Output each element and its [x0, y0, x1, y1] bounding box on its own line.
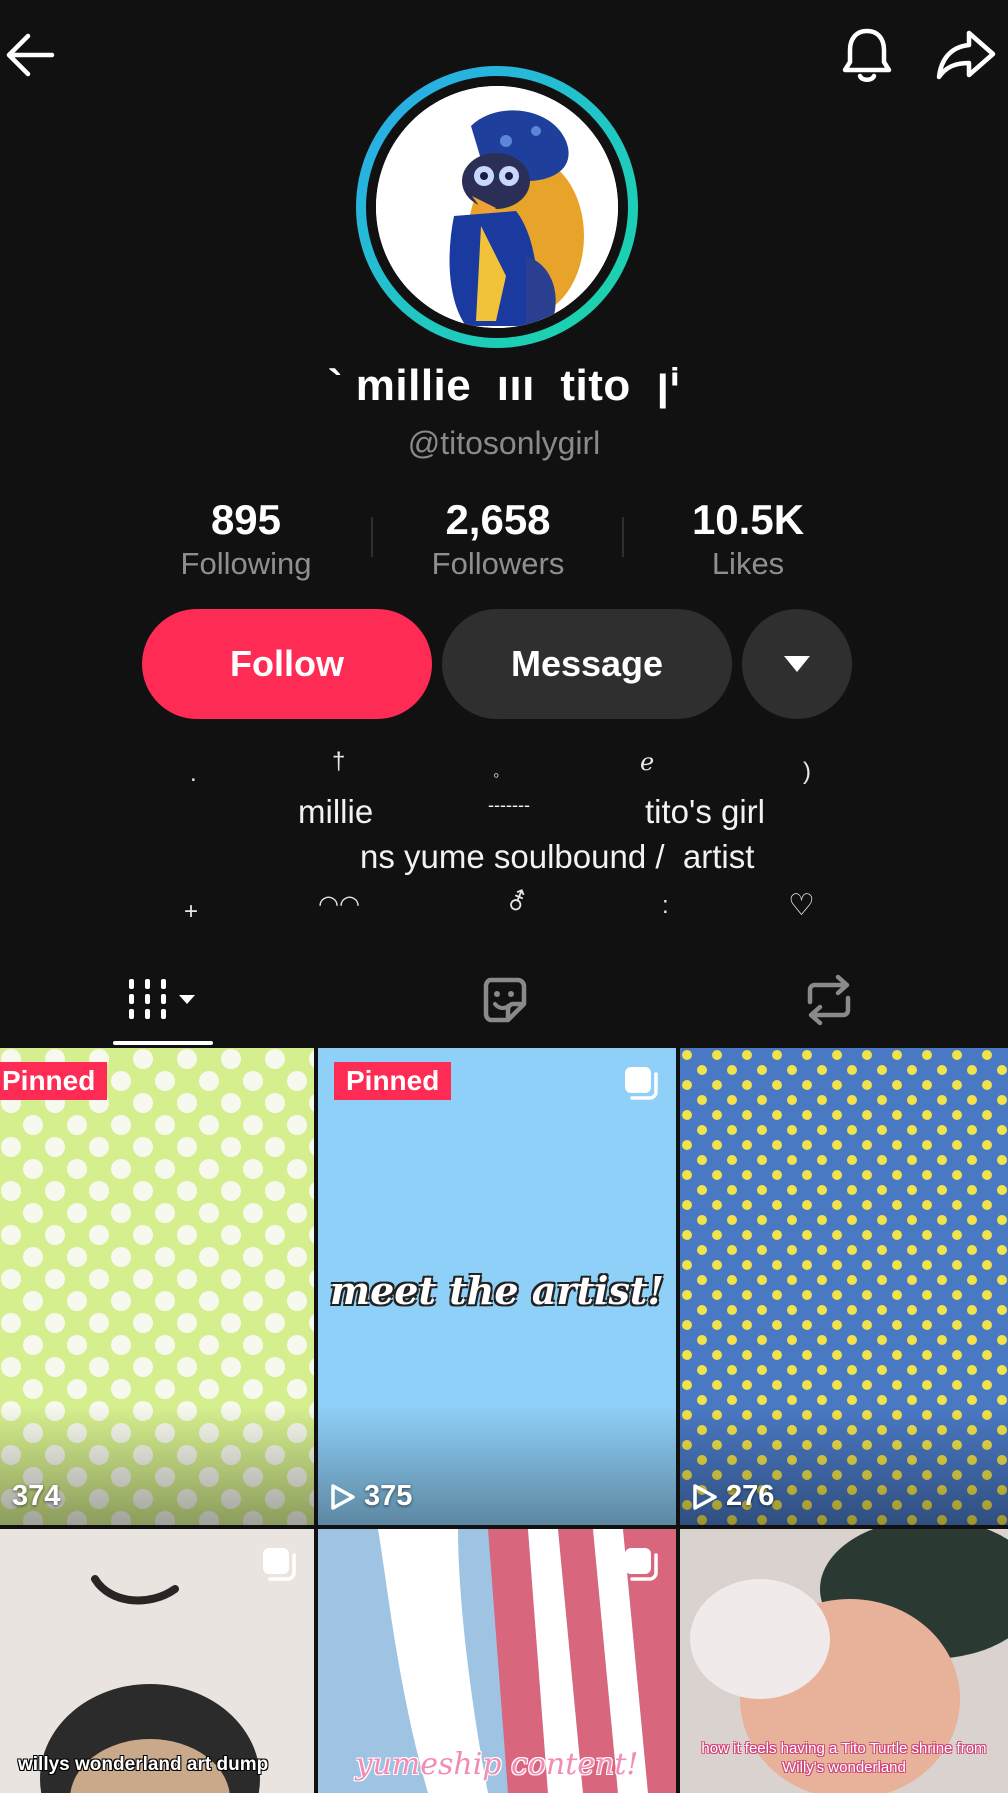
bio-glyph: . — [190, 760, 197, 787]
video-caption: yumeship content! — [355, 1747, 639, 1782]
stat-label: Followers — [431, 546, 565, 581]
bio-glyph: † — [332, 748, 346, 775]
display-name: ` millie ııı tito ןⁱ — [327, 361, 681, 410]
bio-glyph: ♡ — [788, 889, 815, 922]
pinned-badge: Pinned — [334, 1062, 452, 1100]
stat-followers[interactable]: 2,658 Followers — [398, 495, 598, 583]
sticker-icon — [483, 977, 527, 1023]
avatar[interactable] — [376, 86, 618, 328]
back-button[interactable] — [0, 25, 60, 85]
tab-active-indicator — [113, 1041, 213, 1045]
multi-image-icon — [625, 1548, 658, 1581]
bio-glyph: ◦ — [493, 765, 500, 785]
pinned-badge: Pinned — [0, 1062, 108, 1100]
tab-videos[interactable] — [113, 960, 213, 1040]
follow-button[interactable]: Follow — [142, 609, 432, 719]
video-tile[interactable]: Pinned 374 — [0, 1048, 314, 1525]
video-tile[interactable]: willys wonderland art dump — [0, 1529, 314, 1793]
play-icon — [693, 1483, 717, 1510]
stat-value: 895 — [210, 496, 282, 543]
view-count-text: 375 — [364, 1480, 413, 1512]
bio-glyph: ℯ — [640, 749, 655, 776]
message-button[interactable]: Message — [442, 609, 732, 719]
stat-divider — [371, 517, 373, 557]
arrow-left-icon — [6, 33, 55, 77]
bell-icon — [842, 28, 892, 82]
video-tile[interactable]: Pinned meet the artist! 375 — [318, 1048, 676, 1525]
stat-following[interactable]: 895 Following — [146, 495, 346, 583]
stat-label: Likes — [711, 546, 785, 581]
view-count: 374 — [12, 1480, 60, 1513]
video-caption: how it feels having a Tito Turtle shrine… — [701, 1740, 987, 1776]
username: @titosonlygirl — [407, 425, 601, 461]
stat-likes[interactable]: 10.5K Likes — [648, 495, 848, 583]
video-tile[interactable]: yumeship content! — [318, 1529, 676, 1793]
share-arrow-icon — [936, 30, 996, 80]
stat-divider — [622, 517, 624, 557]
bio-glyph: : — [662, 892, 669, 919]
stat-label: Following — [180, 546, 312, 581]
view-count-text: 374 — [12, 1480, 61, 1512]
share-button[interactable] — [930, 22, 1002, 88]
bio-glyph: + — [184, 898, 199, 925]
video-tile[interactable]: how it feels having a Tito Turtle shrine… — [680, 1529, 1008, 1793]
multi-image-icon — [625, 1067, 658, 1100]
grid-bars-icon — [129, 979, 195, 1019]
multi-image-icon — [263, 1548, 296, 1581]
video-tile[interactable]: 276 — [680, 1048, 1008, 1525]
notification-button[interactable] — [835, 22, 899, 88]
video-caption: meet the artist! — [329, 1268, 665, 1313]
tab-favorites[interactable] — [454, 960, 554, 1040]
caret-down-icon — [784, 656, 810, 672]
more-options-button[interactable] — [742, 609, 852, 719]
stat-value: 10.5K — [691, 496, 805, 543]
tab-reposts[interactable] — [779, 960, 879, 1040]
view-count: 375 — [330, 1480, 412, 1513]
bio-text: ------- — [488, 795, 530, 815]
bio-text: millie — [298, 793, 374, 830]
bio-text: tito's girl — [645, 793, 765, 830]
view-count: 276 — [692, 1480, 774, 1513]
bio-text: ns yume soulbound / artist — [360, 838, 755, 875]
bio-glyph: ) — [803, 758, 811, 785]
bio-glyph: ◠◠ — [318, 891, 360, 918]
bio-glyph: ⚦ — [507, 889, 528, 916]
avatar-illustration — [376, 86, 618, 328]
video-caption: willys wonderland art dump — [18, 1754, 269, 1775]
stat-value: 2,658 — [445, 496, 551, 543]
view-count-text: 276 — [726, 1480, 775, 1512]
repost-icon — [807, 974, 851, 1026]
play-icon — [331, 1483, 355, 1510]
